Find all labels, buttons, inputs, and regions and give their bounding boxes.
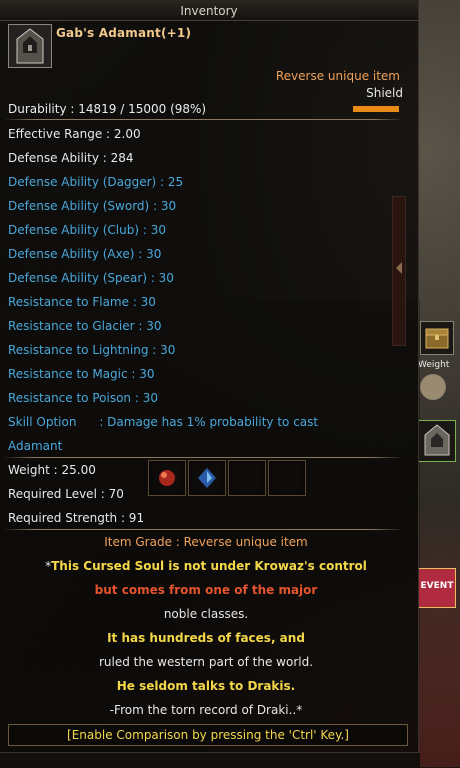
blue-gem-icon: [198, 468, 216, 488]
stat-line: Defense Ability (Sword) : 30: [8, 199, 177, 213]
event-label: EVENT: [420, 581, 454, 591]
compare-hint: [Enable Comparison by pressing the 'Ctrl…: [8, 724, 408, 746]
required-level-text: Required Level : 70: [8, 487, 124, 501]
item-type-label: Shield: [366, 86, 403, 100]
item-name: Gab's Adamant(+1): [56, 26, 192, 40]
weight-label: Weight: [418, 360, 450, 370]
stat-line: Resistance to Glacier : 30: [8, 319, 162, 333]
stat-line: Resistance to Flame : 30: [8, 295, 156, 309]
lore-line: He seldom talks to Drakis.: [116, 679, 296, 693]
event-icon[interactable]: EVENT: [418, 568, 456, 608]
lore-line: *This Cursed Soul is not under Krowaz's …: [45, 559, 367, 573]
window-title: Inventory: [0, 0, 418, 21]
divider: [3, 119, 404, 120]
lore-line: It has hundreds of faces, and: [107, 631, 305, 645]
socket-slot[interactable]: [228, 460, 266, 496]
stat-line: Resistance to Magic : 30: [8, 367, 155, 381]
socket-slot[interactable]: [188, 460, 226, 496]
weight-orb-icon: [420, 374, 446, 400]
stat-line: Effective Range : 2.00: [8, 127, 141, 141]
lore-line: noble classes.: [163, 607, 249, 621]
item-grade-label: Reverse unique item: [275, 69, 400, 83]
skill-option-line: Skill Option : Damage has 1% probability…: [8, 415, 319, 429]
stat-line: Defense Ability : 284: [8, 151, 134, 165]
stat-line: Defense Ability (Dagger) : 25: [8, 175, 184, 189]
red-gem-icon: [159, 470, 175, 486]
bottom-strip: [0, 752, 420, 768]
stat-line: Resistance to Poison : 30: [8, 391, 158, 405]
socket-slot[interactable]: [148, 460, 186, 496]
required-strength-text: Required Strength : 91: [8, 511, 145, 525]
scroll-arrow-icon[interactable]: [396, 262, 402, 274]
stat-line: Defense Ability (Club) : 30: [8, 223, 166, 237]
stat-line: Defense Ability (Spear) : 30: [8, 271, 174, 285]
shield-item-icon: [8, 24, 52, 68]
item-type-bar: [353, 106, 399, 112]
divider: [3, 457, 404, 458]
lore-line: ruled the western part of the world.: [98, 655, 314, 669]
lore-line: but comes from one of the major: [94, 583, 318, 597]
treasure-chest-icon[interactable]: [420, 321, 454, 355]
item-tooltip-panel: Inventory Gab's Adamant(+1) Reverse uniq…: [0, 0, 419, 752]
skill-option-line: Adamant: [8, 439, 63, 453]
lore-line: -From the torn record of Draki..*: [109, 703, 303, 717]
stat-line: Defense Ability (Axe) : 30: [8, 247, 162, 261]
socket-slot[interactable]: [268, 460, 306, 496]
helmet-portrait-icon[interactable]: [418, 420, 456, 462]
durability-text: Durability : 14819 / 15000 (98%): [8, 102, 207, 116]
divider: [3, 529, 404, 530]
weight-text: Weight : 25.00: [8, 463, 96, 477]
stat-line: Resistance to Lightning : 30: [8, 343, 176, 357]
item-grade-text: Item Grade : Reverse unique item: [104, 535, 308, 549]
